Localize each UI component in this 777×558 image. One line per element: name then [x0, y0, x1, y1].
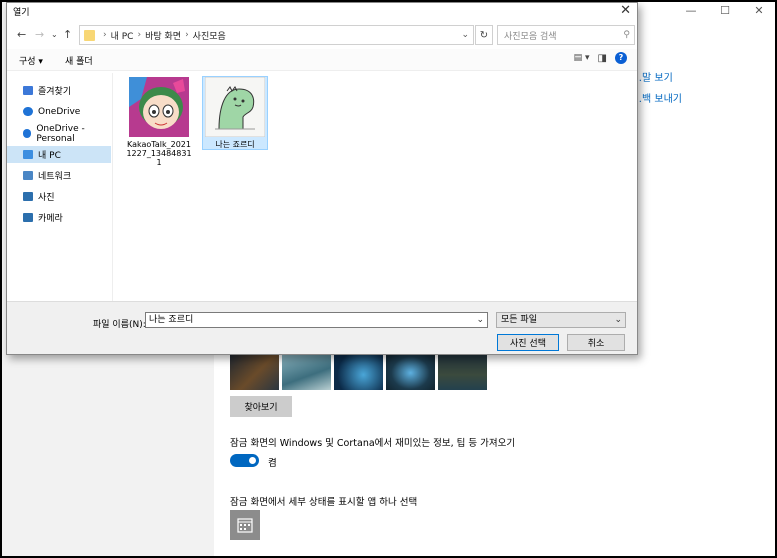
nav-item-label: 네트워크 [38, 172, 72, 182]
help-icon[interactable]: ? [615, 52, 627, 64]
pictures-icon [23, 192, 33, 201]
dialog-title: 열기 [13, 8, 30, 18]
network-icon [23, 171, 33, 180]
navigation-pane: 즐겨찾기 OneDrive OneDrive - Personal 내 PC 네트워크사… [7, 73, 113, 301]
file-item-kakaotalk[interactable]: KakaoTalk_20211227_134848311 [126, 77, 192, 167]
lock-info-toggle[interactable] [230, 454, 259, 467]
nav-item[interactable]: OneDrive [7, 103, 111, 120]
nav-item[interactable]: 카메라 [7, 209, 111, 226]
computer-icon [23, 150, 33, 159]
chevron-down-icon: ⌄ [614, 315, 622, 325]
nav-item-label: OneDrive [38, 106, 81, 117]
dialog-footer: 파일 이름(N): 나는 죠르디 ⌄ 모든 파일 ⌄ 사진 선택 취소 [7, 301, 637, 354]
related-link-1[interactable]: …말 보기 [632, 69, 673, 84]
file-thumbnail-jordy [204, 76, 266, 138]
cloud-icon [23, 107, 33, 116]
address-dropdown-icon[interactable]: ⌄ [461, 30, 469, 40]
back-icon[interactable]: ← [17, 28, 26, 41]
select-photo-button[interactable]: 사진 선택 [497, 334, 559, 351]
thumbnail-4[interactable] [386, 352, 435, 390]
detail-status-label: 잠금 화면에서 세부 상태를 표시할 앱 하나 선택 [230, 497, 418, 508]
nav-item[interactable]: 내 PC [7, 146, 111, 163]
search-icon: ⚲ [623, 30, 630, 40]
thumbnail-1[interactable] [230, 352, 279, 390]
file-item-jordy[interactable]: 나는 죠르디 [202, 76, 268, 150]
related-link-2[interactable]: …백 보내기 [632, 90, 682, 105]
breadcrumb-desktop[interactable]: 바탕 화면 [145, 29, 181, 42]
preview-pane-icon[interactable]: ◨ [598, 53, 607, 64]
background-thumbnails [230, 352, 487, 390]
window-controls: — ☐ ✕ [683, 4, 767, 17]
file-type-value: 모든 파일 [501, 315, 537, 325]
dialog-close-icon[interactable]: ✕ [620, 3, 631, 18]
forward-icon[interactable]: → [35, 28, 44, 41]
refresh-icon[interactable]: ↻ [475, 25, 493, 45]
filename-value: 나는 죠르디 [149, 315, 194, 325]
nav-item-label: OneDrive - Personal [36, 123, 85, 144]
file-thumbnail-kakaotalk [129, 77, 189, 137]
new-folder-button[interactable]: 새 폴더 [65, 54, 93, 67]
nav-item-label: 즐겨찾기 [38, 87, 72, 97]
address-bar[interactable]: › 내 PC › 바탕 화면 › 사진모음 ⌄ [79, 25, 474, 45]
dialog-toolbar: 구성 ▾ 새 폴더 ▤ ▾ ◨ ? [7, 49, 637, 71]
open-file-dialog: 열기 ✕ ← → ⌄ ↑ › 내 PC › 바탕 화면 › 사진모음 ⌄ ↻ 사… [6, 2, 638, 355]
chevron-right-icon: › [103, 30, 107, 40]
calendar-icon [237, 518, 253, 533]
up-icon[interactable]: ↑ [63, 28, 72, 41]
view-options-icon[interactable]: ▤ ▾ [574, 53, 590, 63]
lock-info-label: 잠금 화면의 Windows 및 Cortana에서 재미있는 정보, 팁 등 … [230, 438, 516, 449]
chevron-right-icon: › [185, 30, 189, 40]
close-icon[interactable]: ✕ [751, 4, 767, 17]
file-label: KakaoTalk_20211227_134848311 [126, 140, 192, 167]
thumbnail-2[interactable] [282, 352, 331, 390]
nav-item[interactable]: 사진 [7, 188, 111, 205]
nav-item[interactable]: 즐겨찾기 [7, 82, 111, 99]
nav-item[interactable]: 네트워크 [7, 167, 111, 184]
star-icon [23, 86, 33, 95]
breadcrumb-photos[interactable]: 사진모음 [193, 29, 226, 42]
breadcrumb-pc[interactable]: 내 PC [111, 29, 134, 42]
cancel-button[interactable]: 취소 [567, 334, 625, 351]
camera-icon [23, 213, 33, 222]
nav-item[interactable]: OneDrive - Personal [7, 123, 111, 144]
nav-item-label: 사진 [38, 193, 55, 203]
chevron-down-icon[interactable]: ⌄ [476, 313, 484, 327]
maximize-icon[interactable]: ☐ [717, 4, 733, 17]
search-input[interactable]: 사진모음 검색 ⚲ [497, 25, 635, 45]
thumbnail-5[interactable] [438, 352, 487, 390]
nav-item-label: 내 PC [38, 151, 61, 161]
search-placeholder: 사진모음 검색 [504, 31, 557, 42]
calendar-app-button[interactable] [230, 510, 260, 540]
recent-dropdown-icon[interactable]: ⌄ [51, 30, 58, 39]
organize-button[interactable]: 구성 ▾ [19, 54, 43, 67]
minimize-icon[interactable]: — [683, 4, 699, 17]
file-type-select[interactable]: 모든 파일 ⌄ [496, 312, 626, 328]
browse-button[interactable]: 찾아보기 [230, 396, 292, 417]
chevron-right-icon: › [137, 30, 142, 40]
toggle-state-label: 켬 [268, 458, 277, 469]
filename-input[interactable]: 나는 죠르디 ⌄ [145, 312, 488, 328]
filename-label: 파일 이름(N): [93, 320, 146, 330]
file-label: 나는 죠르디 [215, 140, 255, 149]
cloud-icon [23, 129, 32, 138]
folder-icon [84, 29, 95, 41]
thumbnail-3[interactable] [334, 352, 383, 390]
nav-item-label: 카메라 [38, 214, 63, 224]
navigation-bar: ← → ⌄ ↑ › 내 PC › 바탕 화면 › 사진모음 ⌄ ↻ 사진모음 검… [7, 23, 637, 47]
file-list: KakaoTalk_20211227_134848311 나는 죠르디 [114, 73, 637, 301]
